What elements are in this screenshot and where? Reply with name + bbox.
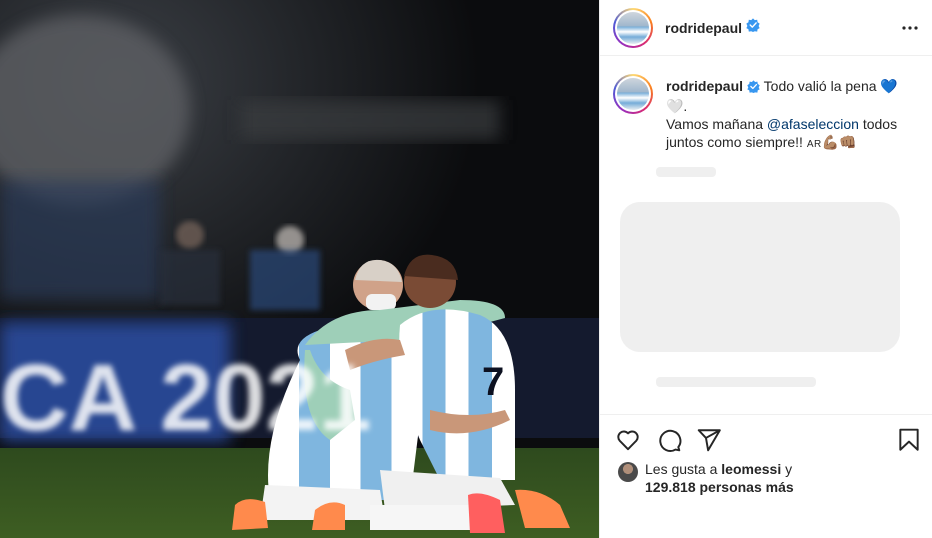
verified-badge-icon xyxy=(747,79,760,97)
likes-text: Les gusta a leomessi y 129.818 personas … xyxy=(645,460,815,496)
comment-icon xyxy=(659,429,682,452)
banner-text: CA 2021 xyxy=(0,345,371,451)
liker-avatar[interactable] xyxy=(618,462,638,482)
likes-prefix: Les gusta a xyxy=(645,461,722,477)
post-photo[interactable]: 7 CA 2021 xyxy=(0,0,599,538)
likes-middle: y xyxy=(781,461,793,477)
post-actions: Les gusta a leomessi y 129.818 personas … xyxy=(600,414,932,538)
save-button[interactable] xyxy=(896,427,922,453)
caption-text: rodridepaul Todo valió la pena 💙 🤍. Vamo… xyxy=(666,77,916,154)
comments-area[interactable]: rodridepaul Todo valió la pena 💙 🤍. Vamo… xyxy=(600,57,932,413)
author-avatar[interactable] xyxy=(613,7,653,48)
faded-comments xyxy=(620,167,900,387)
author-username[interactable]: rodridepaul xyxy=(665,20,742,36)
flag-text: AR xyxy=(806,139,822,150)
post-header: rodridepaul xyxy=(600,0,932,56)
jersey-number: 7 xyxy=(482,360,504,404)
more-options-button[interactable] xyxy=(899,18,921,38)
caption-line1b: 🤍. xyxy=(666,98,688,114)
caption-emojis: 💪🏽👊🏽 xyxy=(821,134,857,150)
like-button[interactable] xyxy=(615,427,641,453)
post-details-panel: rodridepaul rodridepaul Todo valió la pe… xyxy=(599,0,932,538)
more-horizontal-icon xyxy=(902,26,918,30)
mention-link[interactable]: @afaseleccion xyxy=(767,116,859,132)
share-icon xyxy=(697,429,721,452)
caption-line2-prefix: Vamos mañana xyxy=(666,116,767,132)
verified-badge-icon xyxy=(746,18,760,37)
likes-count[interactable]: 129.818 personas más xyxy=(645,479,794,495)
caption-line1: Todo valió la pena 💙 xyxy=(763,78,898,94)
comment-button[interactable] xyxy=(656,427,682,453)
heart-icon xyxy=(617,430,639,451)
bookmark-icon xyxy=(899,428,919,451)
post-image: 7 CA 2021 xyxy=(0,0,599,538)
liker-username[interactable]: leomessi xyxy=(721,461,781,477)
caption-username[interactable]: rodridepaul xyxy=(666,78,743,94)
caption-avatar[interactable] xyxy=(613,74,653,114)
share-button[interactable] xyxy=(696,427,722,453)
